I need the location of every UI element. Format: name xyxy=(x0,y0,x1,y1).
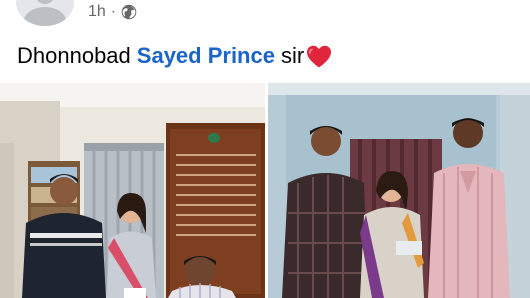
mention-link[interactable]: Sayed Prince xyxy=(137,43,275,69)
caption-prefix: Dhonnobad xyxy=(17,43,131,68)
photo-office-group-image xyxy=(0,83,265,298)
photo-four-people-image xyxy=(268,83,530,298)
post-caption: Dhonnobad Sayed Prince sir xyxy=(17,43,333,69)
profile-avatar[interactable] xyxy=(16,0,74,26)
post-meta: 1h · xyxy=(88,2,137,22)
post-timestamp[interactable]: 1h xyxy=(88,3,106,21)
globe-icon[interactable] xyxy=(121,4,137,20)
photo-office-group[interactable] xyxy=(0,83,265,298)
avatar-body-shape xyxy=(24,7,66,26)
heart-icon xyxy=(305,44,333,69)
avatar-head-shape xyxy=(35,0,55,4)
meta-separator: · xyxy=(110,3,117,20)
caption-suffix: sir xyxy=(280,43,305,68)
photo-four-people-standing[interactable] xyxy=(268,83,530,298)
